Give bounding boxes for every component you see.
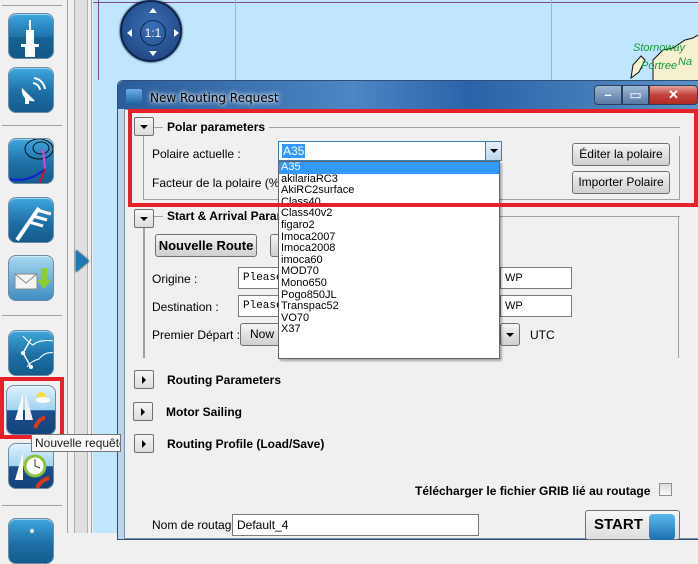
satellite-dish-icon [21,77,46,104]
divider [2,125,62,126]
destination-input[interactable]: Please [238,295,283,317]
map-gridline [235,0,236,80]
sailboat-icon [649,514,675,540]
weather-station-icon [9,20,53,58]
polar-option[interactable]: Imoca2008 [279,243,499,255]
chevron-down-icon [506,333,514,337]
polar-option[interactable]: figaro2 [279,219,499,232]
pan-up-icon[interactable] [149,8,157,13]
app-icon [126,89,142,105]
polar-section-title: Polar parameters [163,120,270,134]
route-button[interactable] [8,330,54,376]
satellite-button[interactable] [8,67,54,113]
polar-dropdown-button[interactable] [485,142,501,160]
polar-factor-label: Facteur de la polaire (%): [152,176,287,190]
minimize-button[interactable]: – [594,85,622,105]
pan-left-icon[interactable] [127,29,132,37]
map-gridline [98,0,99,80]
polar-current-label: Polaire actuelle : [152,147,241,161]
new-routing-request-button[interactable] [6,385,56,435]
wind-barb-icon [15,206,52,242]
more-tool-icon [30,529,34,533]
origin-label: Origine : [152,272,198,286]
place-label: Na [678,56,693,68]
polar-option[interactable]: Mono650 [279,277,499,290]
departure-dropdown-button[interactable] [500,323,520,346]
start-button[interactable]: START [585,510,680,540]
routing-profile-toggle[interactable] [134,434,154,453]
more-tool-button[interactable] [8,518,54,564]
polar-option[interactable]: Transpac52 [279,301,499,313]
polar-dropdown-list[interactable]: A35 akilariaRC3 AkiRC2surface Class40 Class4… [278,161,500,359]
destination-label: Destination : [152,300,219,314]
group-border [678,216,679,358]
departure-now-select[interactable]: Now [240,323,280,346]
routing-profile-title: Routing Profile (Load/Save) [167,437,325,451]
close-icon: ✕ [668,87,679,102]
start-arrival-section-toggle[interactable] [134,209,154,228]
routing-parameters-title: Routing Parameters [167,373,282,387]
pan-right-icon[interactable] [174,29,179,37]
weather-chart-icon [9,139,53,183]
panel-splitter[interactable] [68,0,92,533]
expand-icon [141,408,145,416]
expand-icon [142,440,146,448]
collapse-icon [140,125,148,129]
routing-name-label: Nom de routage : [152,518,245,532]
timezone-label: UTC [530,328,555,342]
map-navigation-control[interactable]: 1:1 [120,0,182,62]
map-gridline [551,0,552,80]
polar-select[interactable]: A35 [278,141,502,161]
dialog-titlebar[interactable]: New Routing Request – ▭ ✕ [118,81,698,109]
polar-section-toggle[interactable] [134,117,154,136]
tooltip: Nouvelle requête de routage [31,434,121,452]
polar-option[interactable]: VO70 [279,312,499,325]
edit-polar-button[interactable]: Éditer la polaire [572,143,670,166]
dialog-title: New Routing Request [150,91,279,105]
new-routing-request-icon [15,392,50,429]
pan-down-icon[interactable] [149,51,157,56]
map-gridline [93,2,698,3]
motor-sailing-toggle[interactable] [133,402,153,421]
origin-waypoint[interactable]: WP [500,267,572,289]
place-label: Stornoway [633,42,685,54]
divider [2,315,62,316]
start-arrival-section-title: Start & Arrival Parameters [163,209,278,223]
minimize-icon: – [604,87,612,102]
destination-waypoint[interactable]: WP [500,295,572,317]
motor-sailing-title: Motor Sailing [166,405,242,419]
polar-option[interactable]: X37 [279,324,499,336]
maximize-button[interactable]: ▭ [622,85,649,105]
divider [2,5,62,6]
polar-option[interactable]: A35 [279,161,499,174]
first-departure-label: Premier Départ : [152,328,241,342]
start-button-label: START [594,516,643,533]
chevron-down-icon [490,149,498,153]
routing-parameters-toggle[interactable] [134,370,154,389]
weather-station-button[interactable] [8,13,54,59]
polar-select-value: A35 [282,144,306,158]
route-map-icon [21,335,53,369]
origin-input[interactable]: Please [238,267,283,289]
download-grib-checkbox[interactable] [659,483,672,496]
zoom-reset-button[interactable]: 1:1 [140,20,166,46]
collapse-icon [140,217,148,221]
download-grib-label: Télécharger le fichier GRIB lié au routa… [415,484,651,498]
place-label: Portree [641,60,678,72]
grib-download-button[interactable] [8,255,54,301]
group-border [143,228,145,358]
new-route-button[interactable]: Nouvelle Route [155,234,257,257]
expand-arrow-icon[interactable] [76,250,89,272]
maximize-icon: ▭ [629,87,642,102]
import-polar-button[interactable]: Importer Polaire [572,171,670,194]
wind-button[interactable] [8,197,54,243]
divider [2,505,62,506]
grib-mail-download-icon [14,268,51,290]
expand-icon [142,376,146,384]
toolbar-sidebar [0,0,68,564]
close-button[interactable]: ✕ [649,85,698,105]
weather-chart-button[interactable] [8,138,54,184]
